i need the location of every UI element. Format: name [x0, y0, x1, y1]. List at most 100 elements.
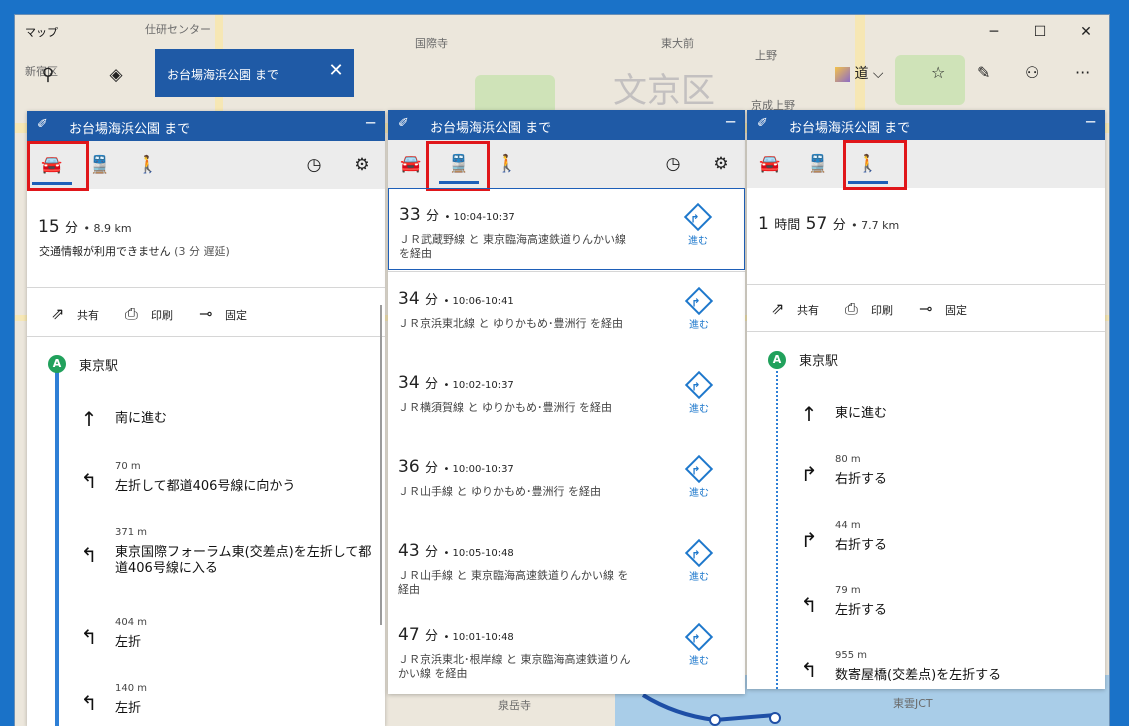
origin-pin-icon: A [768, 351, 786, 369]
origin-pin-icon: A [48, 355, 66, 373]
car-mode-icon[interactable]: 🚘 [396, 150, 426, 178]
go-button[interactable]: ↱ 進む [679, 370, 719, 415]
turn-right-icon: ↱ [800, 462, 818, 486]
go-button[interactable]: ↱ 進む [679, 622, 719, 667]
transit-option[interactable]: 33 分 • 10:04-10:37 ＪＲ武蔵野線 と 東京臨海高速鉄道りんかい… [388, 188, 745, 270]
clock-icon[interactable]: ◷ [658, 150, 688, 178]
option-time: 47 [398, 625, 420, 645]
ink-pen-icon[interactable]: ✎ [977, 63, 990, 82]
route-line-indicator [776, 360, 778, 689]
search-text: お台場海浜公園 まで [167, 68, 279, 82]
turn-right-icon: ↱ [800, 528, 818, 552]
clock-icon[interactable]: ◷ [299, 151, 329, 179]
settings-icon[interactable]: ⚙ [706, 150, 736, 178]
favorites-icon[interactable]: ☆ [931, 63, 945, 82]
option-route: ＪＲ横須賀線 と ゆりかもめ･豊洲行 を経由 [398, 401, 612, 414]
maximize-button[interactable]: ☐ [1017, 19, 1063, 45]
travel-mode-bar: 🚘 🚆 🚶 [747, 140, 1105, 188]
panel-title: お台場海浜公園 まで [789, 121, 911, 136]
direction-step[interactable]: 371 m ↰ 東京国際フォーラム東(交差点)を左折して都道406号線に入る [79, 527, 379, 583]
route-time: 15 [38, 217, 60, 237]
pin-icon: ⊸ [199, 304, 213, 323]
settings-icon[interactable]: ⚙ [347, 151, 377, 179]
directions-icon[interactable]: ◈ [101, 61, 131, 89]
route-minutes: 57 [805, 214, 828, 234]
highlight-box [426, 141, 490, 191]
search-box[interactable]: お台場海浜公園 まで ✕ [155, 49, 354, 97]
go-button[interactable]: ↱ 進む [679, 454, 719, 499]
panel-header: ✐ お台場海浜公園 まで ─ [27, 111, 385, 141]
turn-left-icon: ↰ [80, 625, 98, 649]
edit-icon[interactable]: ✐ [37, 117, 48, 132]
option-time-range: 10:06-10:41 [452, 296, 514, 307]
transit-mode-icon[interactable]: 🚆 [803, 150, 833, 178]
account-icon[interactable]: ⚇ [1025, 63, 1039, 82]
clear-search-icon[interactable]: ✕ [324, 60, 348, 81]
option-time-range: 10:05-10:48 [452, 548, 514, 559]
direction-step[interactable]: 140 m ↰ 左折 [79, 683, 379, 723]
share-icon: ⇗ [51, 304, 65, 323]
printer-icon: ⎙ [845, 299, 858, 318]
direction-step[interactable]: 955 m ↰ 数寄屋橋(交差点)を左折する [799, 650, 1099, 690]
turn-left-icon: ↰ [800, 658, 818, 682]
walk-mode-icon[interactable]: 🚶 [133, 151, 163, 179]
traffic-info: 交通情報が利用できません [39, 245, 171, 258]
direction-step[interactable]: 70 m ↰ 左折して都道406号線に向かう [79, 461, 379, 501]
highlight-box [27, 141, 89, 191]
traffic-delay: (3 分 遅延) [174, 245, 230, 258]
turn-left-icon: ↰ [80, 543, 98, 567]
direction-step[interactable]: 404 m ↰ 左折 [79, 617, 379, 657]
go-arrow-icon: ↱ [683, 202, 713, 232]
collapse-panel-button[interactable]: ─ [1086, 113, 1095, 131]
direction-step[interactable]: ↑ 東に進む [799, 402, 1099, 432]
go-arrow-icon: ↱ [684, 370, 714, 400]
search-icon[interactable]: ⚲ [33, 61, 63, 89]
more-options-icon[interactable]: ··· [1075, 63, 1090, 82]
title-bar: マップ ─ ☐ ✕ [15, 15, 1109, 47]
walking-directions-panel: ✐ お台場海浜公園 まで ─ 🚘 🚆 🚶 1 時間 57 分 • 7.7 km … [747, 110, 1105, 689]
minimize-button[interactable]: ─ [971, 19, 1017, 45]
app-title: マップ [25, 26, 58, 39]
scrollbar[interactable] [380, 305, 382, 625]
option-time: 34 [398, 373, 420, 393]
turn-left-icon: ↰ [80, 469, 98, 493]
edit-icon[interactable]: ✐ [398, 116, 409, 131]
chevron-down-icon: ⌵ [872, 66, 884, 82]
option-route: ＪＲ山手線 と 東京臨海高速鉄道りんかい線 を経由 [398, 569, 629, 596]
printer-icon: ⎙ [125, 304, 138, 323]
route-distance: 8.9 km [93, 222, 132, 235]
go-button[interactable]: ↱ 進む [678, 202, 718, 247]
maps-window: 文京区 仕研センター 新宿区 東大前 上野 京成上野 泉岳寺 東雲JCT 国際寺… [15, 15, 1109, 726]
car-mode-icon[interactable]: 🚘 [755, 150, 785, 178]
go-arrow-icon: ↱ [684, 538, 714, 568]
go-arrow-icon: ↱ [684, 622, 714, 652]
origin-label: 東京駅 [79, 359, 119, 374]
option-time-range: 10:04-10:37 [453, 212, 515, 223]
direction-step[interactable]: ↑ 南に進む [79, 407, 379, 437]
panel-title: お台場海浜公園 まで [430, 121, 552, 136]
transit-option[interactable]: 34 分 • 10:02-10:37 ＪＲ横須賀線 と ゆりかもめ･豊洲行 を経… [388, 357, 745, 439]
edit-icon[interactable]: ✐ [757, 116, 768, 131]
arrow-up-icon: ↑ [80, 407, 98, 431]
transit-option[interactable]: 47 分 • 10:01-10:48 ＪＲ京浜東北･根岸線 と 東京臨海高速鉄道… [388, 609, 745, 691]
go-button[interactable]: ↱ 進む [679, 538, 719, 583]
direction-step[interactable]: 79 m ↰ 左折する [799, 585, 1099, 625]
transit-option[interactable]: 43 分 • 10:05-10:48 ＪＲ山手線 と 東京臨海高速鉄道りんかい線… [388, 525, 745, 607]
transit-option[interactable]: 34 分 • 10:06-10:41 ＪＲ京浜東北線 と ゆりかもめ･豊洲行 を… [388, 273, 745, 355]
option-time: 36 [398, 457, 420, 477]
transit-mode-icon[interactable]: 🚆 [85, 151, 115, 179]
map-layers-button[interactable]: 道 ⌵ [835, 63, 884, 83]
transit-option[interactable]: 36 分 • 10:00-10:37 ＪＲ山手線 と ゆりかもめ･豊洲行 を経由… [388, 441, 745, 523]
go-button[interactable]: ↱ 進む [679, 286, 719, 331]
close-window-button[interactable]: ✕ [1063, 19, 1109, 45]
route-distance: 7.7 km [861, 219, 900, 232]
panel-header: ✐ お台場海浜公園 まで ─ [747, 110, 1105, 140]
turn-left-icon: ↰ [80, 691, 98, 715]
walk-mode-icon[interactable]: 🚶 [492, 150, 522, 178]
direction-step[interactable]: 80 m ↱ 右折する [799, 454, 1099, 494]
collapse-panel-button[interactable]: ─ [366, 114, 375, 132]
collapse-panel-button[interactable]: ─ [726, 113, 735, 131]
direction-step[interactable]: 44 m ↱ 右折する [799, 520, 1099, 560]
option-route: ＪＲ武蔵野線 と 東京臨海高速鉄道りんかい線 を経由 [399, 233, 626, 260]
arrow-up-icon: ↑ [800, 402, 818, 426]
